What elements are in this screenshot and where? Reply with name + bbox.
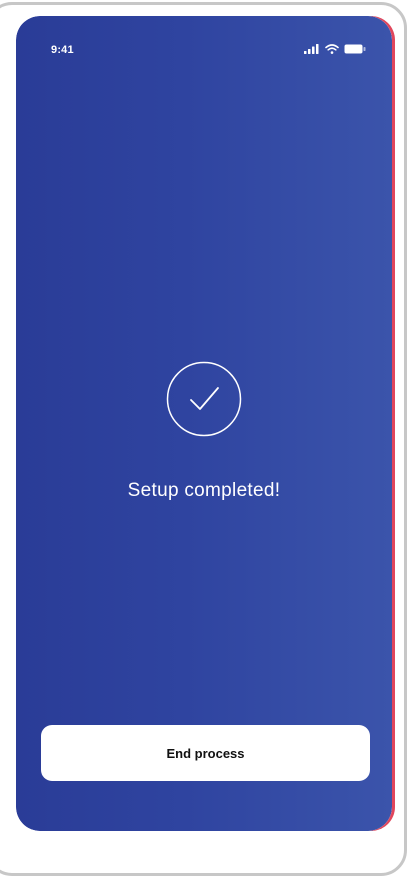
success-title: Setup completed!	[127, 480, 281, 501]
battery-icon	[344, 44, 366, 54]
success-block: Setup completed!	[16, 361, 392, 502]
status-icons	[304, 44, 366, 54]
status-bar: 9:41	[16, 16, 392, 76]
signal-icon	[304, 44, 320, 54]
success-screen: 9:41 Setup completed! End process	[16, 16, 392, 831]
phone-screen: 9:41 Setup completed! End process	[16, 16, 392, 831]
end-process-button[interactable]: End process	[41, 725, 370, 781]
status-time: 9:41	[51, 44, 74, 56]
wifi-icon	[325, 44, 339, 54]
checkmark-icon	[166, 361, 242, 437]
